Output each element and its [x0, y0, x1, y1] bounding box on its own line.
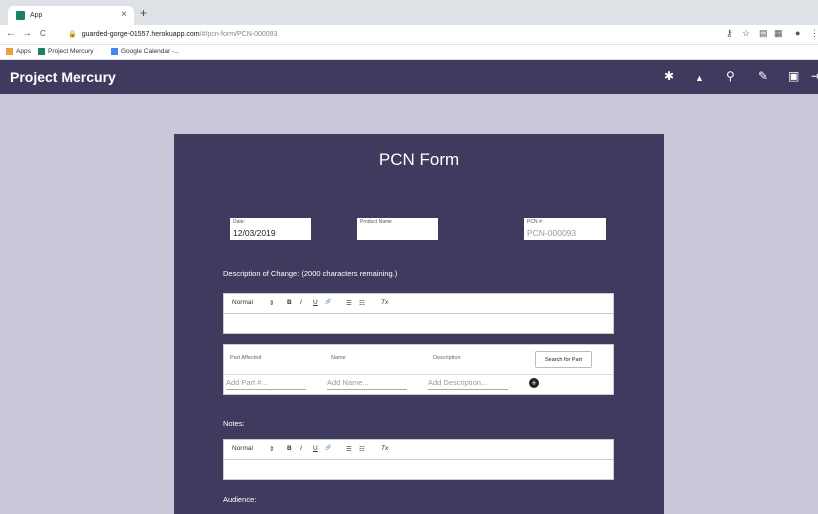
back-icon[interactable]: ←	[6, 28, 16, 39]
apps-grid-icon	[6, 48, 13, 55]
underline-button[interactable]: U	[313, 299, 318, 306]
description-editor[interactable]: Normal ⇕ B I U 🔗 ☰ ☷ Tx	[223, 293, 614, 334]
search-icon[interactable]: ⚲	[726, 69, 735, 83]
reader-icon[interactable]: ▤	[759, 28, 768, 39]
settings-icon[interactable]: ✱	[664, 69, 674, 83]
pcn-number-value: PCN-000093	[527, 228, 577, 238]
link-icon[interactable]: 🔗	[325, 299, 331, 305]
url-path: /#/pcn-form/PCN-000093	[199, 31, 278, 38]
underline-button[interactable]: U	[313, 445, 318, 452]
app-title[interactable]: Project Mercury	[10, 69, 116, 85]
profile-icon[interactable]: ●	[795, 28, 800, 38]
editor-toolbar: Normal ⇕ B I U 🔗 ☰ ☷ Tx	[224, 294, 613, 314]
bookmark-label: Apps	[16, 48, 31, 55]
bookmark-project-mercury[interactable]: Project Mercury	[38, 48, 94, 55]
editor-toolbar: Normal ⇕ B I U 🔗 ☰ ☷ Tx	[224, 440, 613, 460]
audience-label: Audience:	[223, 495, 257, 504]
part-number-input[interactable]: Add Part #...	[226, 378, 306, 390]
notes-editor[interactable]: Normal ⇕ B I U 🔗 ☰ ☷ Tx	[223, 439, 614, 480]
form-title: PCN Form	[378, 150, 460, 169]
search-for-part-button[interactable]: Search for Part	[535, 351, 592, 368]
key-icon[interactable]: ⚷	[726, 28, 733, 39]
lock-icon: 🔒	[68, 31, 77, 38]
bullet-list-icon[interactable]: ☷	[359, 445, 365, 453]
logout-icon[interactable]: ⇥	[811, 69, 818, 83]
bookmark-apps[interactable]: Apps	[6, 48, 31, 55]
select-arrow-icon: ⇕	[269, 300, 275, 307]
column-part-affected: Part Affected	[230, 355, 262, 361]
url-domain: guarded-gorge-01557.herokuapp.com	[81, 31, 200, 38]
browser-tab[interactable]: App ×	[8, 6, 134, 25]
column-name: Name	[331, 355, 346, 361]
column-description: Description	[433, 355, 461, 361]
app-header: Project Mercury ✱ ▲ ⚲ ✎ ▣ ⇥	[0, 60, 818, 94]
pcn-number-label: PCN #:	[527, 219, 544, 225]
clear-format-icon[interactable]: Tx	[381, 445, 388, 452]
bullet-list-icon[interactable]: ☷	[359, 299, 365, 307]
product-name-label: Product Name	[360, 219, 392, 225]
project-mercury-icon	[38, 48, 45, 55]
product-name-field[interactable]: Product Name	[357, 218, 438, 240]
date-field[interactable]: Date: 12/03/2019	[230, 218, 311, 240]
tab-title: App	[30, 12, 43, 19]
star-icon[interactable]: ☆	[742, 28, 750, 39]
bookmark-label: Project Mercury	[48, 48, 94, 55]
browser-tabbar: App × +	[0, 0, 818, 25]
extension-icon[interactable]: ▦	[774, 28, 783, 39]
new-tab-button[interactable]: +	[140, 6, 147, 20]
notes-label: Notes:	[223, 419, 245, 428]
description-label: Description of Change: (2000 characters …	[223, 269, 398, 278]
italic-button[interactable]: I	[300, 299, 302, 306]
format-select[interactable]: Normal	[232, 299, 253, 306]
table-divider	[224, 374, 613, 375]
part-description-input[interactable]: Add Description...	[428, 378, 508, 390]
ordered-list-icon[interactable]: ☰	[346, 445, 352, 453]
date-label: Date:	[233, 219, 245, 225]
forward-icon[interactable]: →	[22, 28, 32, 39]
date-value[interactable]: 12/03/2019	[233, 228, 276, 238]
bookmark-google-calendar[interactable]: Google Calendar -...	[111, 48, 180, 55]
ordered-list-icon[interactable]: ☰	[346, 299, 352, 307]
feedback-icon[interactable]: ▣	[788, 69, 799, 83]
bookmark-label: Google Calendar -...	[121, 48, 180, 55]
bookmarks-bar: Apps Project Mercury Google Calendar -..…	[0, 45, 818, 60]
italic-button[interactable]: I	[300, 445, 302, 452]
format-select[interactable]: Normal	[232, 445, 253, 452]
wrench-icon[interactable]: ✎	[758, 69, 768, 83]
app-favicon-icon	[16, 11, 25, 20]
pcn-number-field[interactable]: PCN #: PCN-000093	[524, 218, 606, 240]
link-icon[interactable]: 🔗	[325, 445, 331, 451]
url-field[interactable]: 🔒 guarded-gorge-01557.herokuapp.com/#/pcn…	[68, 30, 277, 38]
bold-button[interactable]: B	[287, 299, 292, 306]
clear-format-icon[interactable]: Tx	[381, 299, 388, 306]
bold-button[interactable]: B	[287, 445, 292, 452]
user-icon[interactable]: ▲	[695, 71, 704, 85]
tab-close-icon[interactable]: ×	[121, 9, 127, 20]
part-name-input[interactable]: Add Name...	[327, 378, 407, 390]
calendar-icon	[111, 48, 118, 55]
reload-icon[interactable]: C	[40, 29, 46, 38]
select-arrow-icon: ⇕	[269, 446, 275, 453]
pcn-form-card: PCN Form Date: 12/03/2019 Product Name P…	[174, 134, 664, 514]
add-part-icon[interactable]: +	[529, 378, 539, 388]
address-bar: ← → C 🔒 guarded-gorge-01557.herokuapp.com…	[0, 25, 818, 45]
menu-icon[interactable]: ⋮	[810, 28, 818, 39]
parts-table: Part Affected Name Description Search fo…	[223, 344, 614, 395]
